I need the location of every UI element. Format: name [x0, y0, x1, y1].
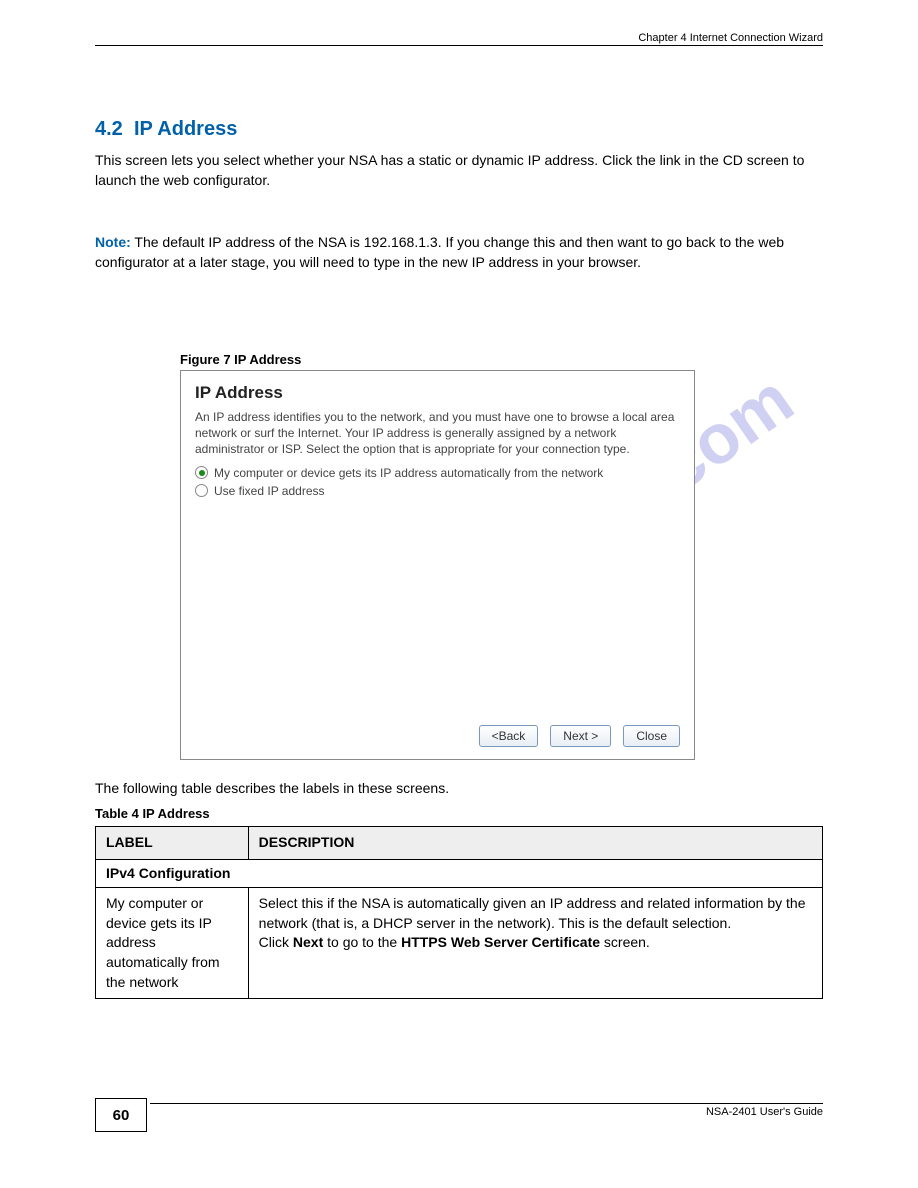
note-block: Note: The default IP address of the NSA … — [95, 232, 823, 273]
th-description: DESCRIPTION — [248, 827, 822, 860]
desc-next-bold: Next — [293, 934, 323, 950]
desc-https-bold: HTTPS Web Server Certificate — [401, 934, 600, 950]
radio-label-fixed: Use fixed IP address — [214, 484, 325, 498]
th-label: LABEL — [96, 827, 249, 860]
footer-line: NSA-2401 User's Guide — [150, 1103, 823, 1118]
desc-line2-prefix: Click — [259, 934, 293, 950]
note-label: Note: — [95, 234, 131, 250]
radio-option-fixed[interactable]: Use fixed IP address — [195, 484, 680, 498]
close-button[interactable]: Close — [623, 725, 680, 747]
section-title: IP Address — [134, 118, 237, 140]
radio-icon — [195, 466, 208, 479]
back-button[interactable]: <Back — [479, 725, 539, 747]
page-header-rule: Chapter 4 Internet Connection Wizard — [95, 45, 823, 46]
desc-line1: Select this if the NSA is automatically … — [259, 895, 806, 931]
radio-label-auto: My computer or device gets its IP addres… — [214, 466, 603, 480]
dialog-description: An IP address identifies you to the netw… — [195, 409, 680, 458]
table-section-row: IPv4 Configuration — [96, 859, 823, 888]
td-desc: Select this if the NSA is automatically … — [248, 888, 822, 999]
radio-option-auto[interactable]: My computer or device gets its IP addres… — [195, 466, 680, 480]
ip-address-dialog: IP Address An IP address identifies you … — [180, 370, 695, 760]
table-row: My computer or device gets its IP addres… — [96, 888, 823, 999]
section-cell: IPv4 Configuration — [96, 859, 823, 888]
radio-icon — [195, 484, 208, 497]
dialog-button-row: <Back Next > Close — [479, 725, 680, 747]
table-header-row: LABEL DESCRIPTION — [96, 827, 823, 860]
dialog-title: IP Address — [195, 383, 680, 403]
table-caption: Table 4 IP Address — [95, 806, 210, 821]
section-heading: 4.2 IP Address — [95, 118, 237, 141]
section-paragraph: This screen lets you select whether your… — [95, 150, 823, 191]
next-button[interactable]: Next > — [550, 725, 611, 747]
table-intro-text: The following table describes the labels… — [95, 780, 823, 796]
section-number: 4.2 — [95, 118, 123, 140]
figure-caption: Figure 7 IP Address — [180, 352, 301, 367]
note-text: The default IP address of the NSA is 192… — [95, 234, 784, 270]
footer-text: NSA-2401 User's Guide — [706, 1106, 823, 1118]
td-label: My computer or device gets its IP addres… — [96, 888, 249, 999]
label-description-table: LABEL DESCRIPTION IPv4 Configuration My … — [95, 826, 823, 999]
chapter-header: Chapter 4 Internet Connection Wizard — [638, 32, 823, 44]
page-number-box: 60 — [95, 1098, 147, 1132]
